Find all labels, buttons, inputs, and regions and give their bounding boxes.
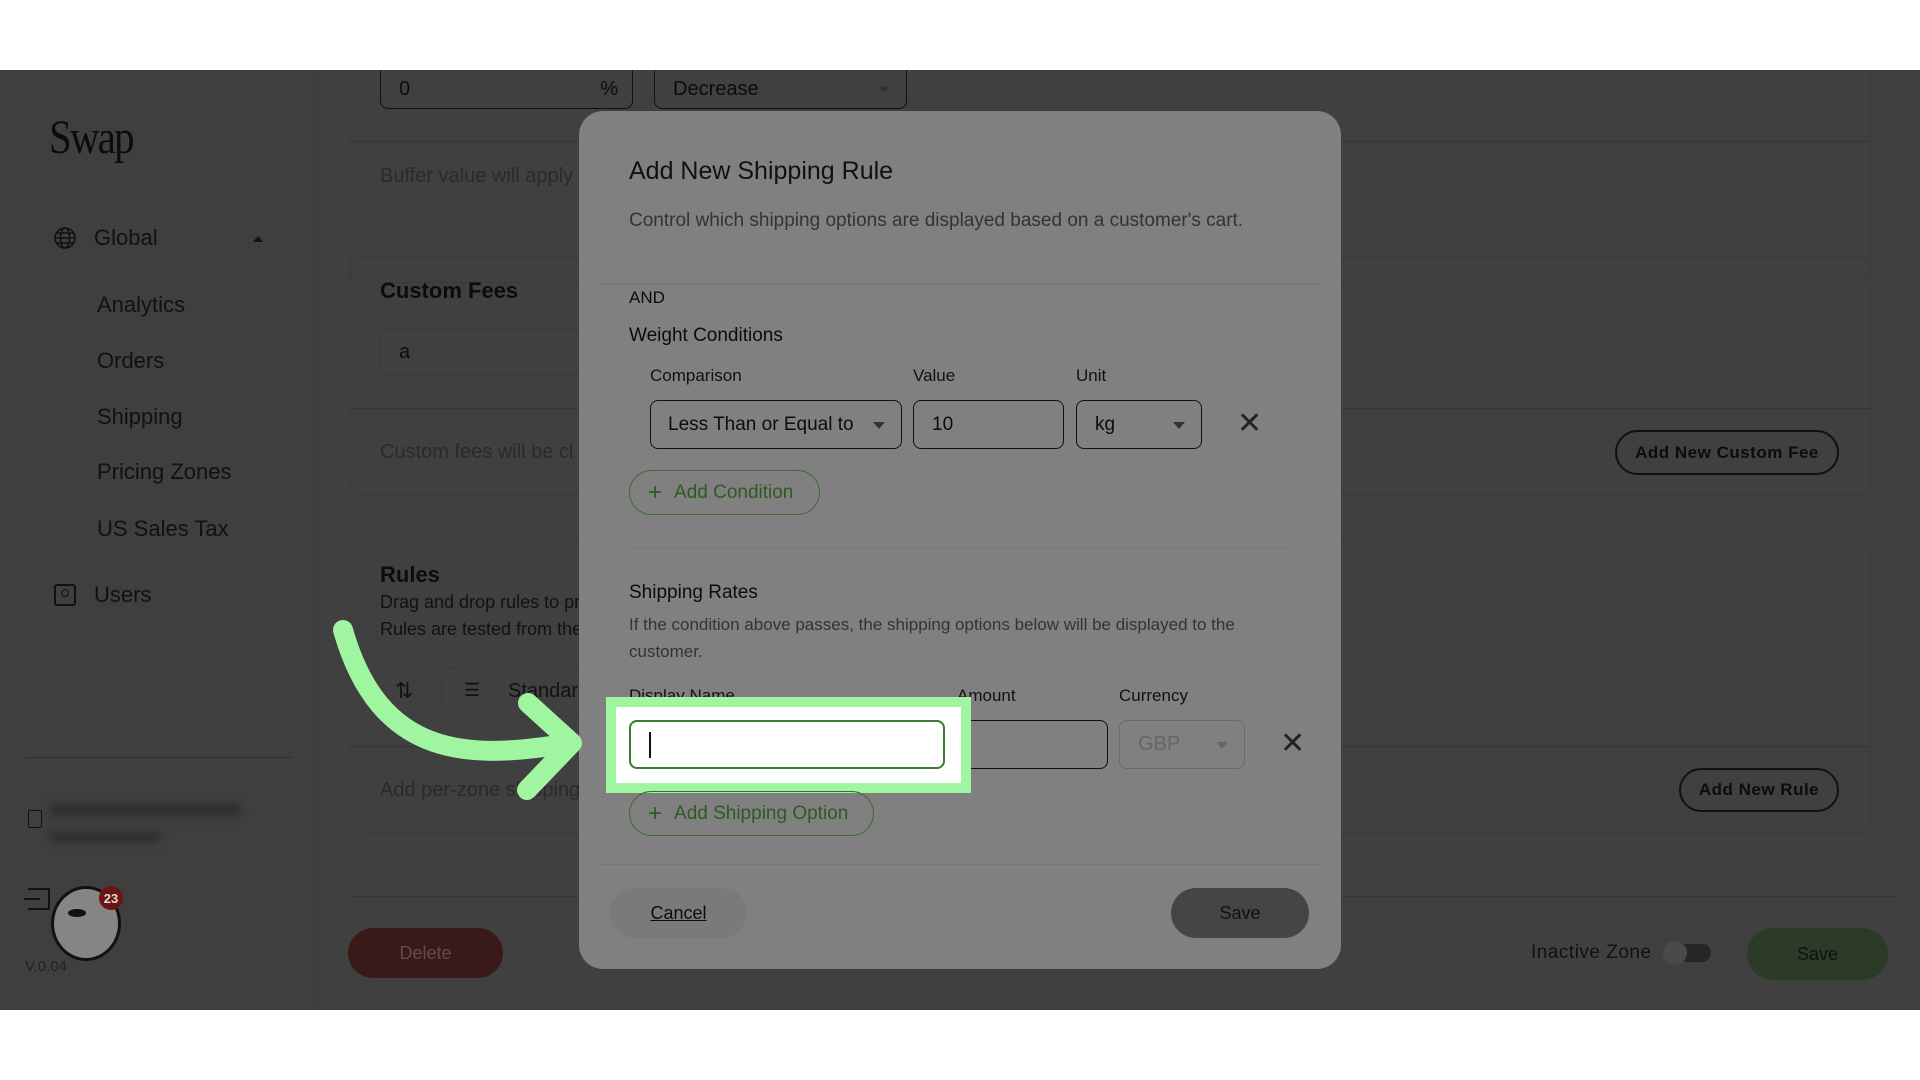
app-screen: Swap Global Analytics Orders Shipping Pr… xyxy=(0,70,1920,1010)
pointer-arrow-icon xyxy=(333,620,582,800)
